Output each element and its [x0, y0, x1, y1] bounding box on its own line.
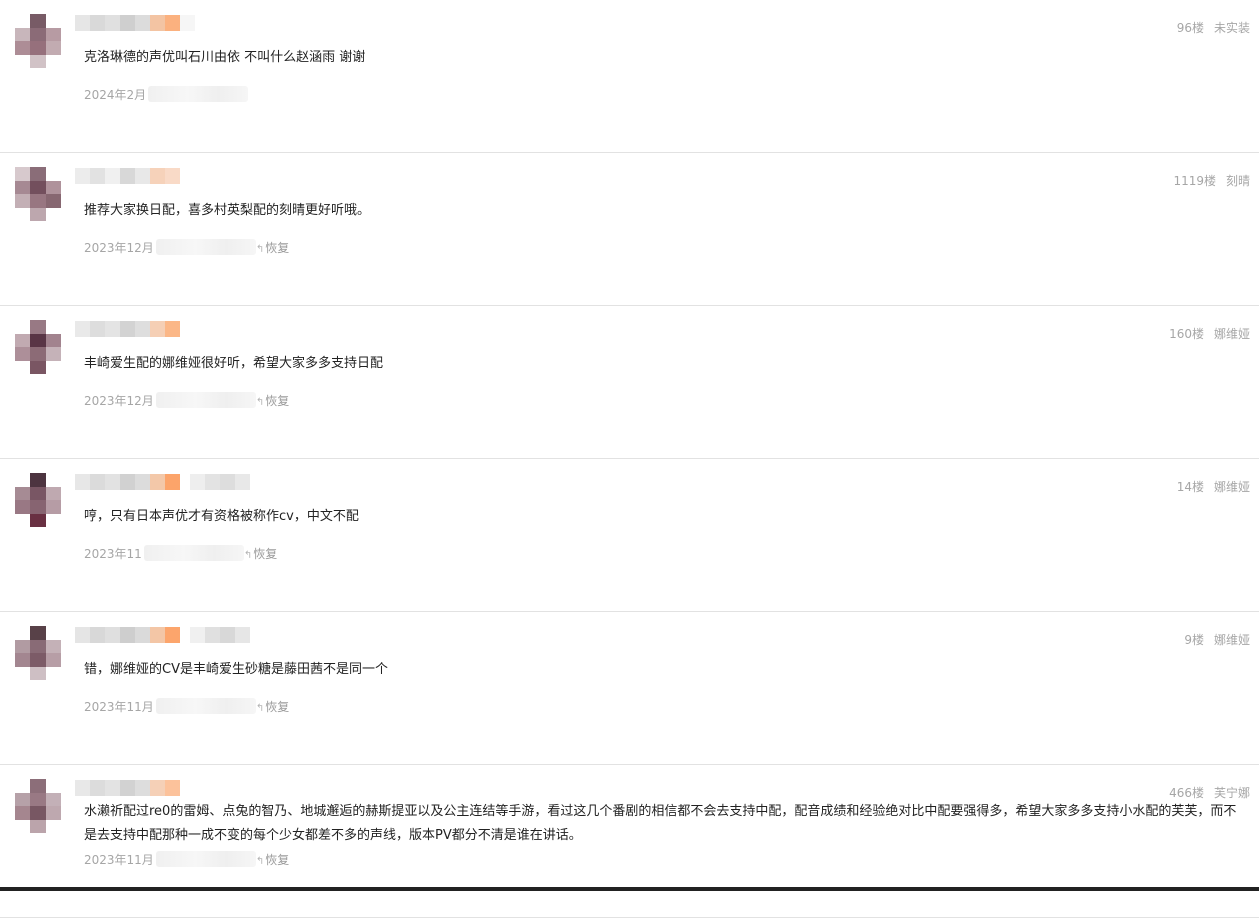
topic-tag[interactable]: 未实装 [1214, 21, 1250, 35]
comment-meta: 2023年12月 恢复 [84, 392, 289, 408]
floor-number[interactable]: 96楼 [1177, 21, 1204, 35]
comment-item: 错，娜维娅的CV是丰崎爱生砂糖是藤田茜不是同一个 2023年11月 恢复 9楼娜维娅 [0, 612, 1259, 765]
topic-tag[interactable]: 芙宁娜 [1214, 786, 1250, 800]
topic-tag[interactable]: 娜维娅 [1214, 327, 1250, 341]
floor-number[interactable]: 1119楼 [1173, 174, 1216, 188]
floor-number[interactable]: 466楼 [1169, 786, 1204, 800]
comment-text: 错，娜维娅的CV是丰崎爱生砂糖是藤田茜不是同一个 [84, 662, 388, 677]
comment-meta: 2023年11 恢复 [84, 545, 277, 561]
comment-text: 克洛琳德的声优叫石川由依 不叫什么赵涵雨 谢谢 [84, 50, 366, 65]
reply-link[interactable]: 恢复 [256, 239, 289, 256]
username-blurred[interactable] [75, 15, 195, 31]
comment-meta: 2024年2月 [84, 86, 249, 102]
comment-meta: 2023年11月 恢复 [84, 698, 289, 714]
comment-item: 推荐大家换日配，喜多村英梨配的刻晴更好听哦。 2023年12月 恢复 1119楼刻晴 [0, 153, 1259, 306]
bottom-border [0, 887, 1259, 891]
avatar[interactable] [15, 779, 61, 833]
comment-date: 2024年2月 [84, 87, 147, 102]
floor-info: 466楼 芙宁娜 [1169, 784, 1250, 801]
avatar[interactable] [15, 14, 61, 68]
username-blurred[interactable] [75, 168, 195, 184]
comment-date: 2023年11月 [84, 699, 154, 714]
comment-text: 推荐大家换日配，喜多村英梨配的刻晴更好听哦。 [84, 203, 371, 218]
avatar[interactable] [15, 320, 61, 374]
topic-tag[interactable]: 娜维娅 [1214, 480, 1250, 494]
reply-link[interactable]: 恢复 [256, 851, 289, 868]
floor-info: 14楼 娜维娅 [1177, 478, 1250, 495]
comment-list: 克洛琳德的声优叫石川由依 不叫什么赵涵雨 谢谢 2024年2月 96楼 未实装推荐大家… [0, 0, 1259, 918]
comment-item: 哼，只有日本声优才有资格被称作cv，中文不配 2023年11 恢复 14楼娜维娅 [0, 459, 1259, 612]
floor-number[interactable]: 14楼 [1177, 480, 1204, 494]
comment-text: 哼，只有日本声优才有资格被称作cv，中文不配 [84, 509, 359, 524]
date-blurred [155, 698, 256, 714]
comment-item: 丰崎爱生配的娜维娅很好听，希望大家多多支持日配 2023年12月 恢复 160楼娜维娅 [0, 306, 1259, 459]
reply-link[interactable]: 恢复 [256, 698, 289, 715]
comment-meta: 2023年11月 恢复 [84, 851, 289, 867]
floor-number[interactable]: 160楼 [1169, 327, 1204, 341]
avatar[interactable] [15, 167, 61, 221]
username-blurred[interactable] [75, 321, 195, 337]
comment-item: 克洛琳德的声优叫石川由依 不叫什么赵涵雨 谢谢 2024年2月 96楼 未实装 [0, 0, 1259, 153]
topic-tag[interactable]: 娜维娅 [1214, 633, 1250, 647]
floor-info: 1119楼 刻晴 [1173, 172, 1250, 189]
comment-date: 2023年12月 [84, 240, 154, 255]
avatar[interactable] [15, 626, 61, 680]
topic-tag[interactable]: 刻晴 [1226, 174, 1250, 188]
comment-date: 2023年12月 [84, 393, 154, 408]
date-blurred [155, 851, 256, 867]
reply-link[interactable]: 恢复 [256, 392, 289, 409]
date-blurred [148, 86, 249, 102]
comment-date: 2023年11月 [84, 852, 154, 867]
avatar[interactable] [15, 473, 61, 527]
username-blurred[interactable] [75, 474, 250, 490]
comment-text: 丰崎爱生配的娜维娅很好听，希望大家多多支持日配 [84, 356, 384, 371]
username-blurred[interactable] [75, 780, 205, 796]
date-blurred [143, 545, 244, 561]
comment-meta: 2023年12月 恢复 [84, 239, 289, 255]
comment-text: 水濑祈配过re0的雷姆、点兔的智乃、地城邂逅的赫斯提亚以及公主连结等手游，看过这… [84, 804, 1237, 843]
reply-link[interactable]: 恢复 [244, 545, 277, 562]
comment-date: 2023年11 [84, 546, 142, 561]
floor-info: 160楼 娜维娅 [1169, 325, 1250, 342]
date-blurred [155, 392, 256, 408]
comment-item: 水濑祈配过re0的雷姆、点兔的智乃、地城邂逅的赫斯提亚以及公主连结等手游，看过这… [0, 765, 1259, 918]
date-blurred [155, 239, 256, 255]
username-blurred[interactable] [75, 627, 250, 643]
floor-number[interactable]: 9楼 [1184, 633, 1204, 647]
floor-info: 9楼 娜维娅 [1184, 631, 1250, 648]
floor-info: 96楼 未实装 [1177, 19, 1250, 36]
